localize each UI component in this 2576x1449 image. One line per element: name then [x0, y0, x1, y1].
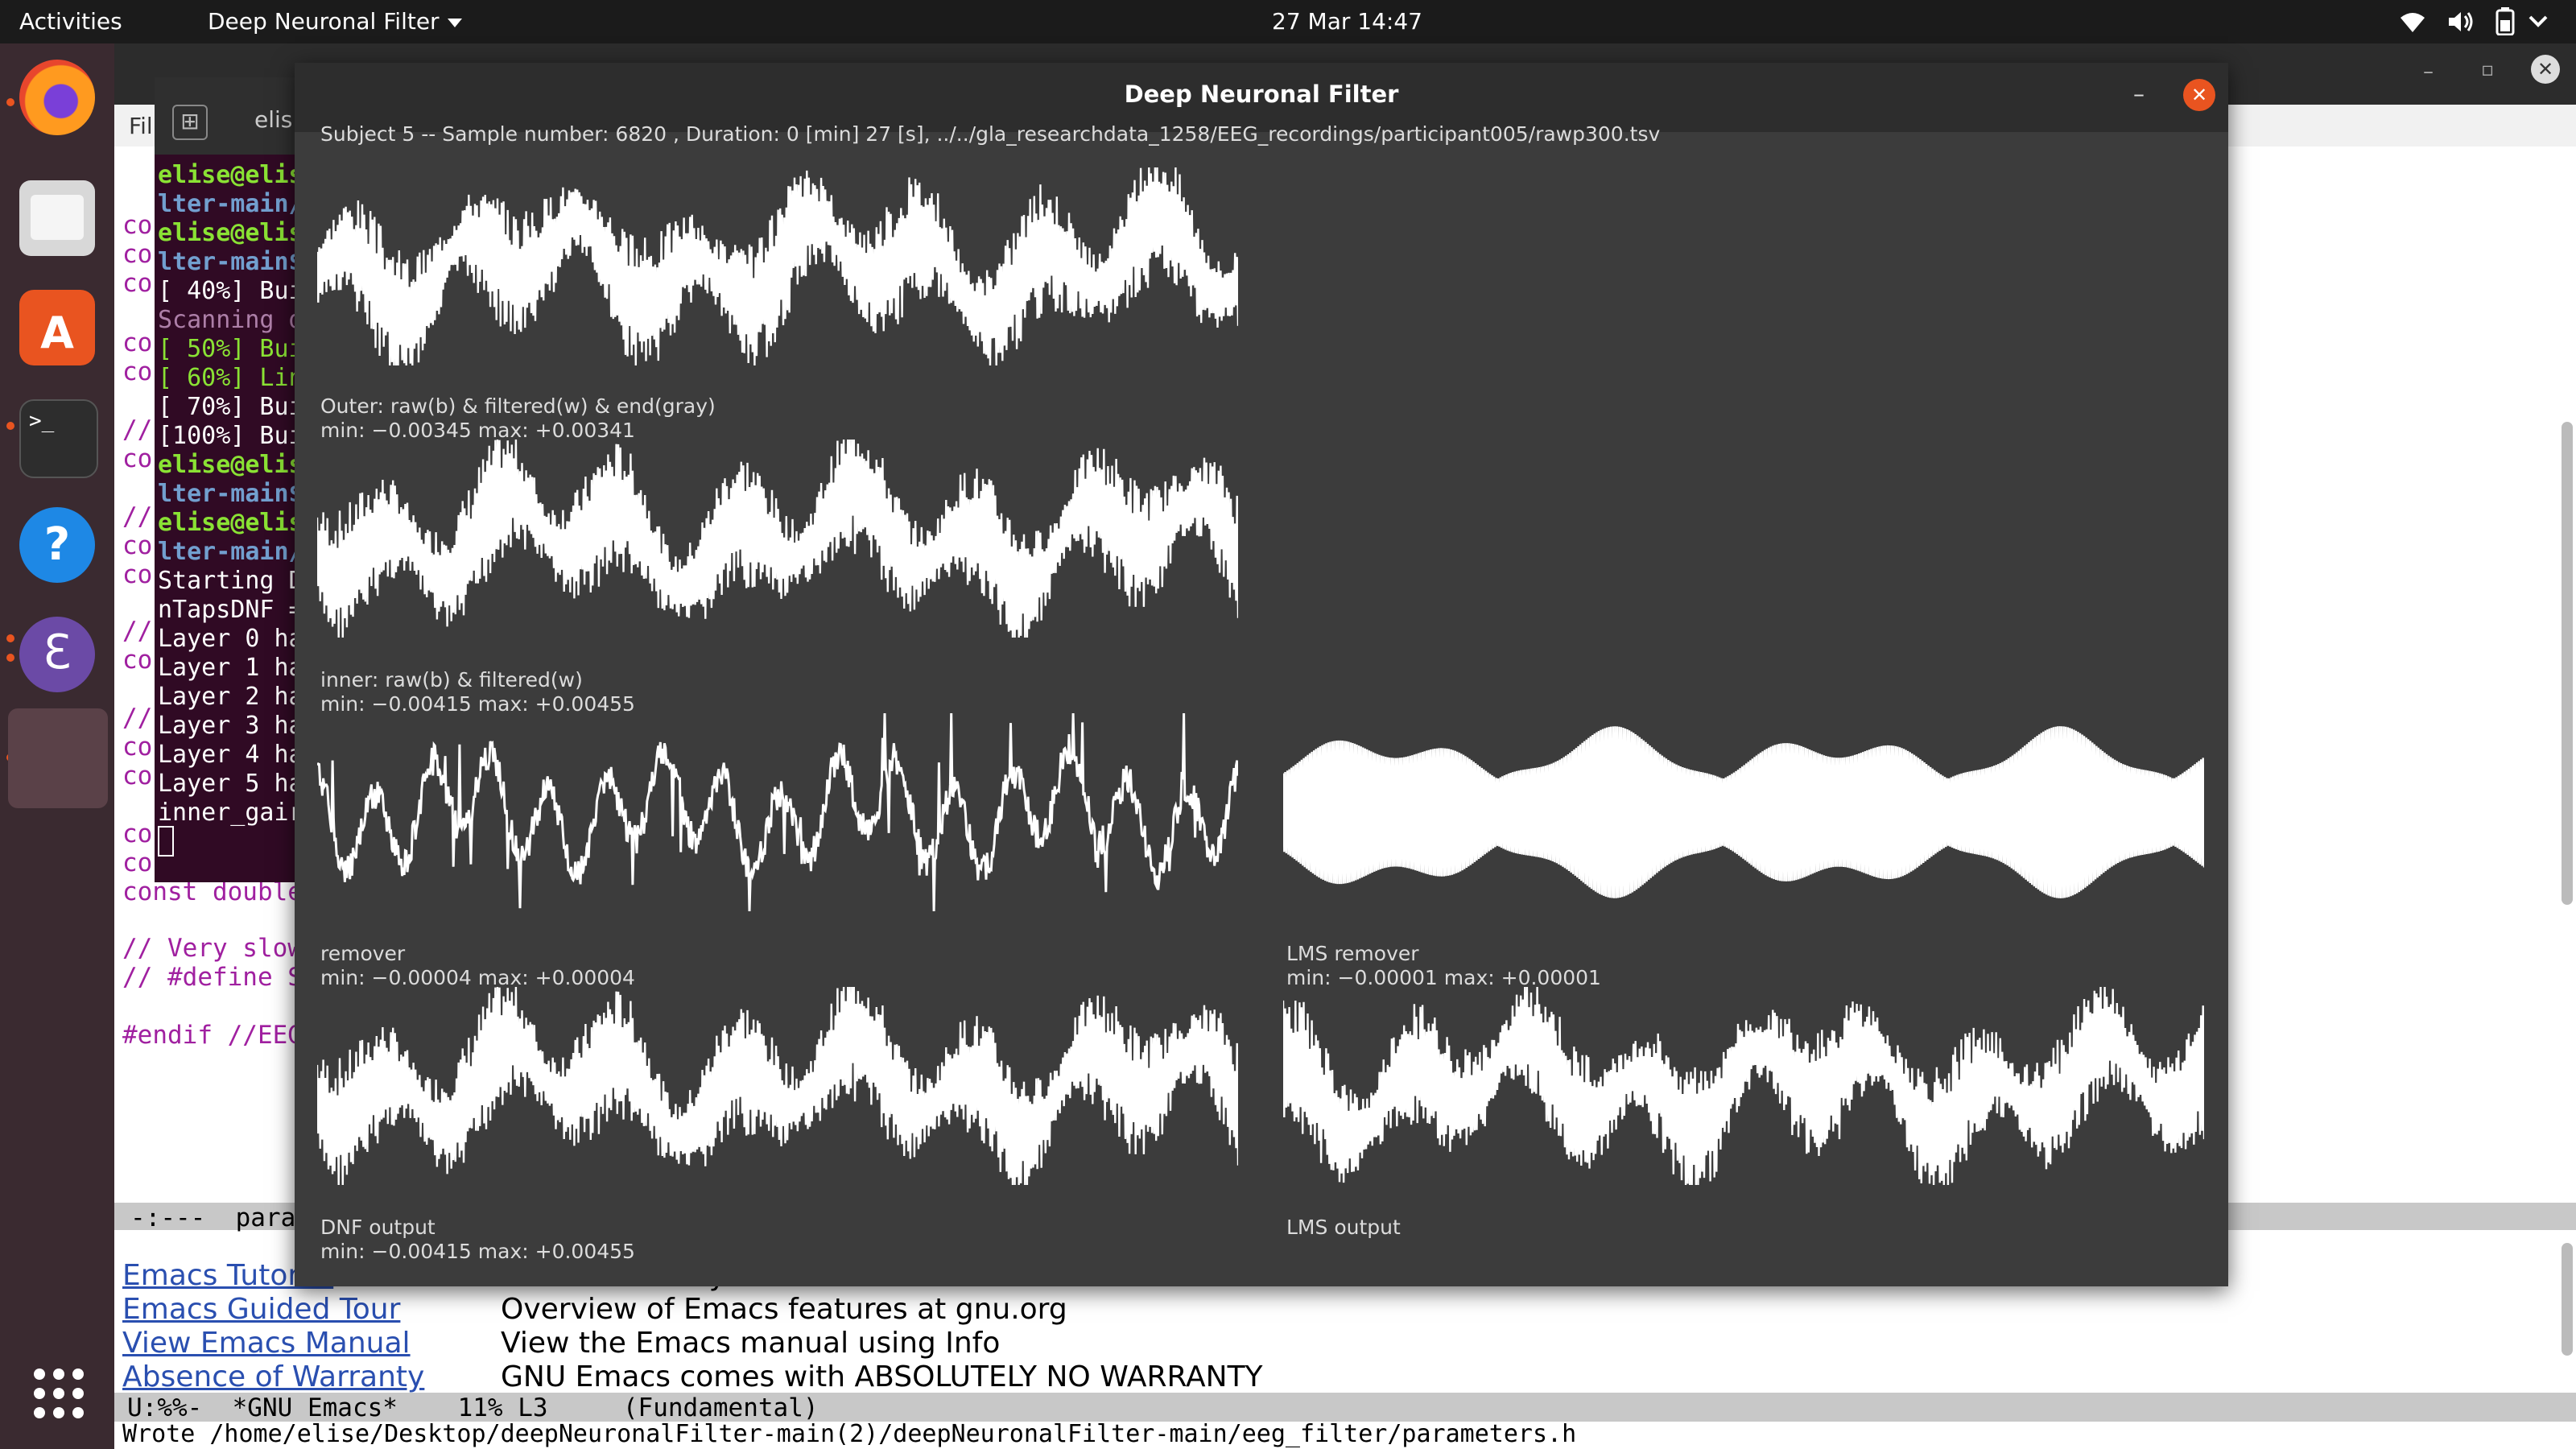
code-line: //	[122, 704, 153, 733]
battery-icon[interactable]	[2496, 6, 2515, 35]
terminal-line: Scanning d	[158, 306, 303, 334]
terminal-line: [ 40%] Bui	[158, 277, 303, 305]
tutorial-link[interactable]: Absence of Warranty	[122, 1360, 424, 1393]
volume-icon[interactable]	[2447, 10, 2475, 34]
plot-label: inner: raw(b) & filtered(w)	[320, 668, 583, 691]
signal-plot	[317, 167, 1238, 366]
terminal-line: elise@elis	[158, 219, 303, 247]
terminal-cursor	[158, 826, 174, 857]
top-bar: Activities Deep Neuronal Filter 27 Mar 1…	[0, 0, 2576, 43]
clock[interactable]: 27 Mar 14:47	[1272, 8, 1422, 35]
chevron-down-icon	[447, 18, 462, 27]
terminal-line: lter-main$	[158, 248, 303, 276]
plot-label: LMS remover	[1286, 942, 1419, 965]
scrollbar[interactable]	[2562, 422, 2573, 905]
modeline-bottom-text: U:%%- *GNU Emacs* 11% L3 (Fundamental)	[127, 1393, 819, 1422]
plot-label: DNF output	[320, 1216, 436, 1239]
code-line: // #define S	[122, 963, 303, 992]
terminal-window: ⊞ elis elise@elis lter-main/elise@elis lte…	[155, 77, 308, 882]
dnf-window: Deep Neuronal Filter – ✕ Subject 5 -- Sa…	[295, 63, 2228, 1286]
software-icon[interactable]: A	[19, 290, 95, 365]
running-indicator	[6, 422, 14, 430]
emacs-icon[interactable]: ℇ	[19, 617, 95, 692]
signal-trace	[1283, 986, 2204, 1186]
firefox-icon[interactable]	[19, 60, 95, 135]
plot-label: Outer: raw(b) & filtered(w) & end(gray)	[320, 394, 716, 418]
code-line: //	[122, 617, 153, 646]
plot-range: min: −0.00415 max: +0.00455	[320, 1240, 635, 1263]
terminal-tab-label[interactable]: elis	[254, 106, 292, 133]
terminal-line: inner_gair	[158, 799, 303, 827]
signal-plot	[317, 439, 1238, 638]
signal-trace	[317, 712, 1238, 912]
signal-trace	[317, 986, 1238, 1186]
terminal-line: elise@elis	[158, 509, 303, 537]
dnf-header: Subject 5 -- Sample number: 6820 , Durat…	[320, 122, 1661, 146]
terminal-line: nTapsDNF =	[158, 596, 303, 624]
terminal-line: [ 50%] Bui	[158, 335, 303, 363]
terminal-line: Layer 4 ha	[158, 741, 303, 769]
plot-label: remover	[320, 942, 406, 965]
terminal-line: Layer 5 ha	[158, 770, 303, 798]
tutorial-link[interactable]: Emacs Guided Tour	[122, 1293, 400, 1326]
plot-label: LMS output	[1286, 1216, 1401, 1239]
terminal-line: lter-main$	[158, 480, 303, 508]
terminal-line: [100%] Bui	[158, 422, 303, 450]
terminal-icon[interactable]: >_	[19, 399, 98, 478]
activities-button[interactable]: Activities	[19, 8, 122, 35]
tutorial-description: View the Emacs manual using Info	[501, 1327, 1001, 1360]
tutorial-link[interactable]: View Emacs Manual	[122, 1327, 411, 1360]
system-menu-chevron-icon[interactable]	[2528, 13, 2549, 29]
active-app-icon[interactable]	[8, 708, 108, 808]
app-menu-label: Deep Neuronal Filter	[208, 8, 440, 35]
tutorial-description: GNU Emacs comes with ABSOLUTELY NO WARRA…	[501, 1360, 1263, 1393]
dock: A >_ ? ℇ	[0, 43, 114, 1449]
terminal-header: ⊞ elis	[155, 77, 308, 155]
signal-trace	[1283, 726, 2204, 898]
terminal-line: lter-main/	[158, 538, 303, 566]
app-menu[interactable]: Deep Neuronal Filter	[208, 8, 462, 35]
signal-trace	[317, 439, 1238, 638]
signal-plot	[317, 986, 1238, 1186]
code-line: #endif //EEG	[122, 1021, 303, 1050]
terminal-line: lter-main/	[158, 190, 303, 218]
running-indicator	[6, 634, 14, 642]
terminal-line: Layer 1 ha	[158, 654, 303, 682]
show-applications-icon[interactable]	[32, 1367, 85, 1420]
terminal-line: Layer 3 ha	[158, 712, 303, 740]
scrollbar-lower[interactable]	[2562, 1243, 2573, 1356]
code-line: // Very slow	[122, 934, 303, 963]
close-icon[interactable]: ✕	[2183, 79, 2215, 111]
files-icon[interactable]	[19, 180, 95, 256]
running-indicator	[6, 98, 14, 106]
signal-plot	[1283, 726, 2204, 898]
modeline-top-text: -:--- paran	[130, 1203, 311, 1232]
modeline-bottom: U:%%- *GNU Emacs* 11% L3 (Fundamental)	[114, 1393, 2576, 1422]
terminal-line: [ 70%] Bui	[158, 393, 303, 421]
wifi-icon[interactable]	[2399, 10, 2426, 34]
terminal-line: [ 60%] Lin	[158, 364, 303, 392]
dnf-title: Deep Neuronal Filter	[1124, 80, 1399, 108]
help-icon[interactable]: ?	[19, 507, 95, 583]
minimize-icon[interactable]: –	[2133, 80, 2145, 107]
terminal-line: elise@elis	[158, 161, 303, 189]
tutorial-description: Overview of Emacs features at gnu.org	[501, 1293, 1067, 1326]
code-line: //	[122, 415, 153, 444]
code-line: //	[122, 502, 153, 531]
signal-plot	[1283, 986, 2204, 1186]
terminal-line: elise@elis	[158, 451, 303, 479]
new-tab-icon[interactable]: ⊞	[172, 105, 208, 140]
terminal-line: Starting D	[158, 567, 303, 595]
terminal-line: Layer 0 ha	[158, 625, 303, 653]
signal-trace	[317, 167, 1238, 366]
echo-area: Wrote /home/elise/Desktop/deepNeuronalFi…	[122, 1420, 1577, 1448]
running-indicator	[6, 654, 14, 662]
terminal-line: Layer 2 ha	[158, 683, 303, 711]
signal-plot	[317, 712, 1238, 912]
